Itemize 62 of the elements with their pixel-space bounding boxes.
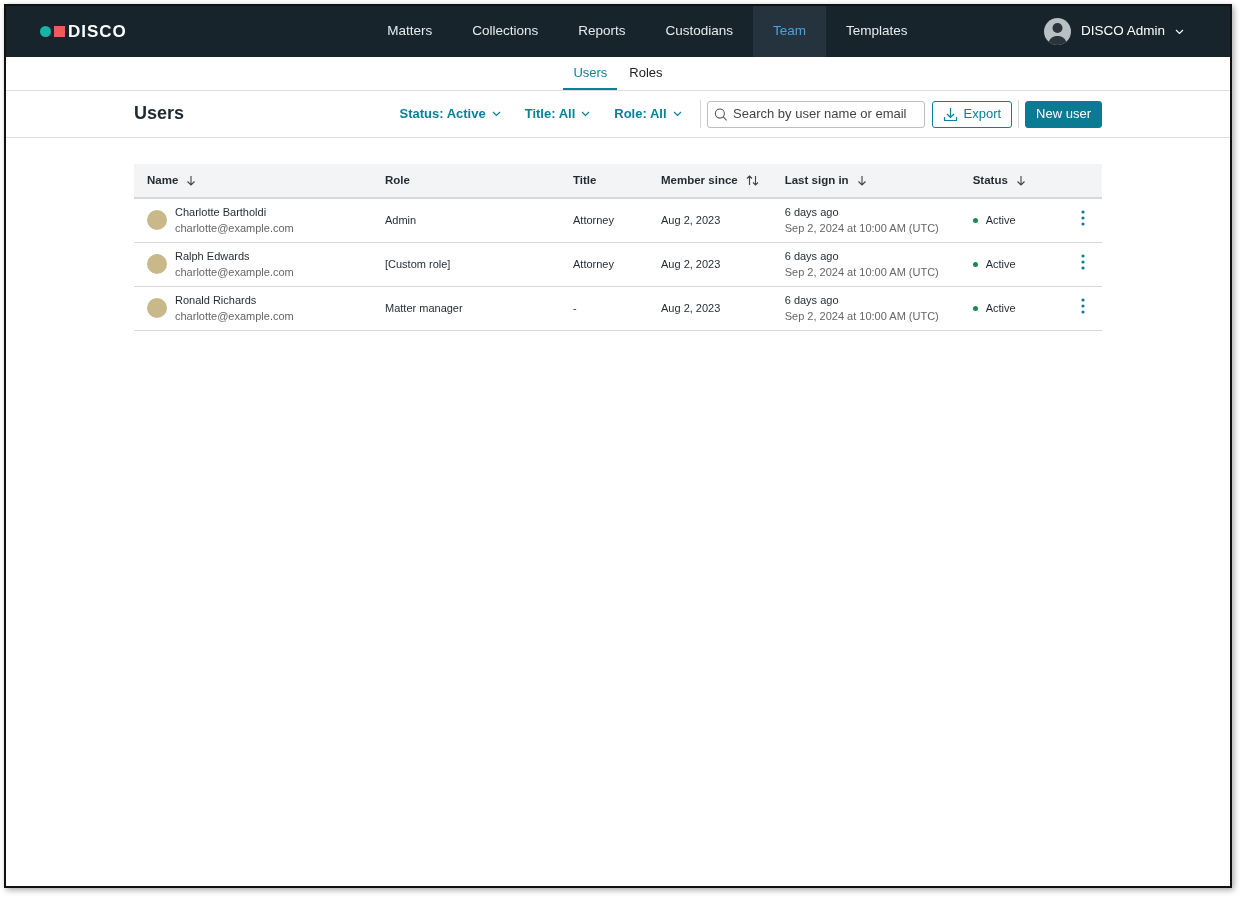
nav-tab[interactable]: Custodians [645, 6, 754, 57]
filter-dropdown[interactable]: Title: All [512, 104, 603, 124]
new-user-button[interactable]: New user [1025, 100, 1102, 128]
status-dot [972, 261, 978, 267]
status-text: Active [985, 300, 1016, 316]
user-email: charlotte@example.com [175, 265, 294, 280]
user-name: Ralph Edwards [175, 248, 251, 264]
status-text: Active [985, 213, 1016, 228]
user-menu[interactable]: DISCO Admin [1037, 17, 1190, 46]
sort-down-icon [1015, 175, 1026, 186]
user-name: Charlotte Bartholdi [175, 204, 268, 220]
status-dot [972, 217, 978, 223]
role-cell: Admin [385, 214, 417, 226]
sort-both-icon [745, 175, 759, 186]
chevron-down-icon [672, 111, 682, 117]
status-text: Active [985, 256, 1016, 272]
filter-dropdown[interactable]: Role: All [602, 104, 694, 124]
user-email: charlotte@example.com [175, 309, 294, 324]
avatar-photo-placeholder [147, 298, 167, 318]
last-sign-in-date: Sep 2, 2024 at 10:00 AM (UTC) [784, 265, 940, 280]
sub-tab[interactable]: Roles [619, 58, 673, 90]
user-name: Ronald Richards [175, 292, 258, 308]
date-cell: Aug 2, 2023 [661, 214, 721, 226]
filter-dropdown[interactable]: Status: Active [387, 104, 513, 124]
chevron-down-icon [1175, 28, 1184, 35]
avatar-photo-placeholder [147, 210, 167, 231]
user-email: charlotte@example.com [175, 221, 294, 237]
search-icon [713, 106, 728, 122]
last-sign-in-date: Sep 2, 2024 at 10:00 AM (UTC) [784, 221, 940, 237]
avatar-photo-placeholder [147, 254, 167, 274]
column-header[interactable]: Role [385, 171, 410, 190]
chevron-down-icon [491, 111, 501, 117]
title-cell: Attorney [573, 257, 614, 270]
role-cell: [Custom role] [385, 257, 451, 270]
chevron-down-icon [581, 111, 591, 117]
sort-down-icon [856, 175, 867, 186]
nav-tab[interactable]: Collections [452, 6, 559, 57]
column-header[interactable]: Title [573, 171, 597, 190]
last-sign-in-text: 6 days ago [784, 248, 840, 264]
user-avatar-icon [1043, 18, 1071, 45]
title-cell: - [573, 301, 577, 314]
export-button[interactable]: Export [931, 100, 1013, 128]
download-icon [942, 106, 958, 122]
sub-tab[interactable]: Users [563, 58, 618, 90]
last-sign-in-date: Sep 2, 2024 at 10:00 AM (UTC) [784, 309, 940, 324]
nav-tab[interactable]: Matters [367, 6, 453, 57]
date-cell: Aug 2, 2023 [661, 257, 721, 270]
last-sign-in-text: 6 days ago [784, 292, 840, 308]
nav-tab[interactable]: Team [753, 6, 827, 57]
page-title: Users [134, 103, 186, 125]
role-cell: Matter manager [385, 301, 463, 314]
nav-tab[interactable]: Templates [826, 6, 928, 57]
column-header[interactable]: Last sign in [784, 171, 849, 190]
date-cell: Aug 2, 2023 [661, 301, 721, 314]
sort-down-icon [186, 175, 197, 186]
status-dot [972, 305, 978, 311]
title-cell: Attorney [573, 214, 614, 226]
logo: DISCO [40, 18, 127, 45]
search-field[interactable]: Search by user name or email [706, 100, 925, 128]
column-header[interactable]: Name [147, 171, 179, 190]
nav-tab[interactable]: Reports [558, 6, 646, 57]
last-sign-in-text: 6 days ago [784, 204, 840, 220]
